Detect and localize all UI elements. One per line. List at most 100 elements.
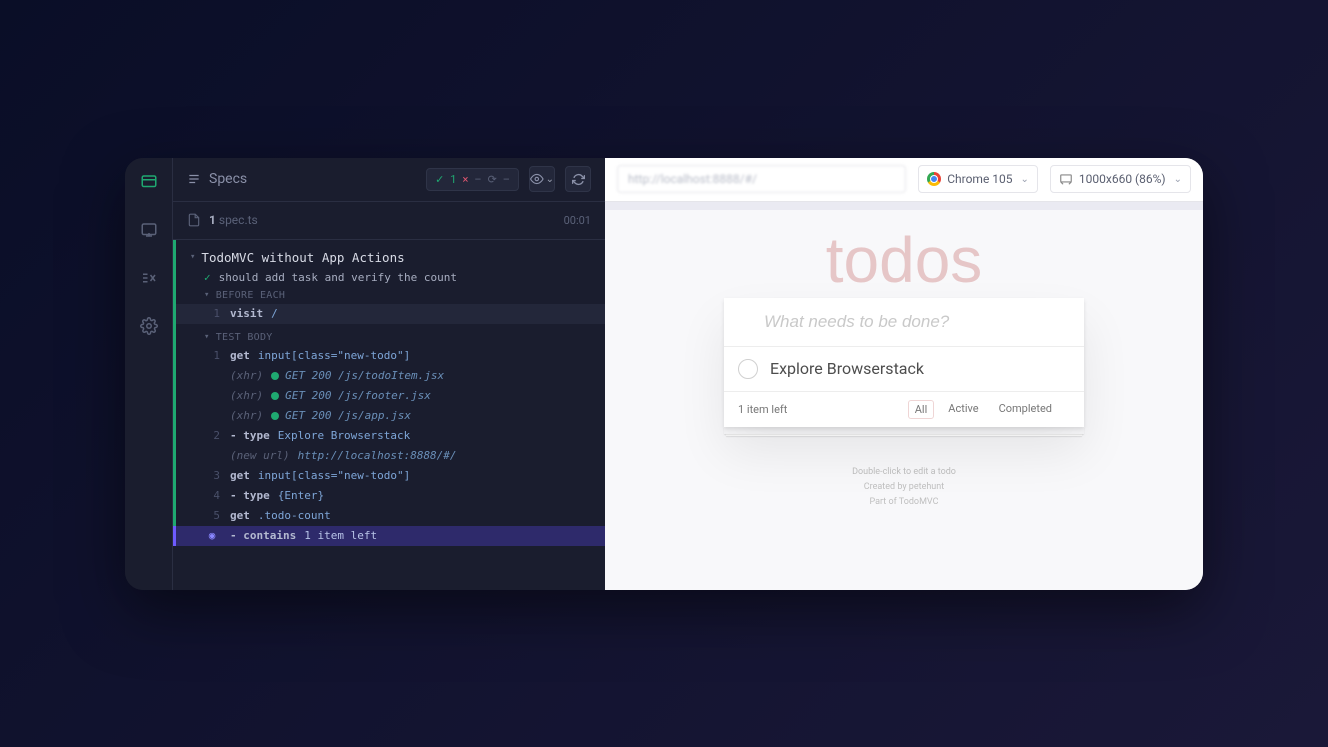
status-dot-icon	[271, 392, 279, 400]
caret-down-icon: ▾	[204, 290, 210, 300]
caret-down-icon: ▾	[204, 332, 210, 342]
test-stats-pill: ✓ 1 × – ⟳ –	[426, 168, 519, 191]
browser-selector[interactable]: Chrome 105 ⌄	[918, 165, 1038, 193]
xhr-label: (xhr)	[230, 389, 263, 402]
command-row[interactable]: 5 get .todo-count	[173, 506, 605, 526]
reporter-header: Specs ✓ 1 × – ⟳ – ⌄	[173, 158, 605, 202]
xhr-row[interactable]: (xhr) GET 200 /js/footer.jsx	[173, 386, 605, 406]
xhr-label: (xhr)	[230, 369, 263, 382]
filter-all[interactable]: All	[908, 400, 935, 419]
test-name: should add task and verify the count	[219, 271, 457, 284]
viewport-selector[interactable]: 1000x660 (86%) ⌄	[1050, 165, 1191, 193]
todo-item[interactable]: Explore Browserstack	[724, 347, 1084, 392]
xhr-row[interactable]: (xhr) GET 200 /js/app.jsx	[173, 406, 605, 426]
spec-file-num: 1	[209, 213, 216, 227]
aut-viewport: todos Explore Browserstack 1 item left A…	[605, 202, 1203, 590]
info-line: Created by petehunt	[852, 480, 956, 495]
specs-title: Specs	[187, 171, 416, 187]
new-url: http://localhost:8888/#/	[298, 449, 457, 462]
todo-footer: 1 item left All Active Completed	[724, 392, 1084, 427]
cmd-name: get	[230, 469, 250, 482]
command-row-pinned[interactable]: ◉ - contains 1 item left	[173, 526, 605, 546]
new-url-row[interactable]: (new url) http://localhost:8888/#/	[173, 446, 605, 466]
url-text: http://localhost:8888/#/	[628, 172, 757, 186]
pass-count: 1	[450, 173, 456, 186]
command-row[interactable]: 3 get input[class="new-todo"]	[173, 466, 605, 486]
url-bar[interactable]: http://localhost:8888/#/	[617, 165, 906, 193]
spec-file-ext: spec.ts	[219, 213, 258, 227]
command-row[interactable]: 4 - type {Enter}	[173, 486, 605, 506]
status-dot-icon	[271, 412, 279, 420]
todos-heading: todos	[826, 228, 983, 292]
chevron-down-icon: ⌄	[1174, 174, 1182, 185]
filter-active[interactable]: Active	[942, 400, 984, 419]
chevron-down-icon: ⌄	[1021, 174, 1029, 185]
sidebar-settings-icon[interactable]	[137, 314, 161, 338]
command-row[interactable]: 1 get input[class="new-todo"]	[173, 346, 605, 366]
cmd-name: - type	[230, 429, 270, 442]
sidebar-runs-icon[interactable]	[137, 218, 161, 242]
cmd-num: 3	[204, 469, 220, 482]
command-log: ▾ TodoMVC without App Actions ✓ should a…	[173, 240, 605, 590]
info-line: Part of TodoMVC	[852, 495, 956, 510]
cmd-arg: 1 item left	[304, 529, 377, 542]
xhr-row[interactable]: (xhr) GET 200 /js/todoItem.jsx	[173, 366, 605, 386]
caret-down-icon: ▾	[190, 252, 195, 262]
browser-label: Chrome 105	[947, 172, 1012, 186]
section-label: BEFORE EACH	[216, 290, 286, 301]
new-todo-input[interactable]	[724, 298, 1084, 347]
sidebar-debug-icon[interactable]	[137, 266, 161, 290]
sidebar-specs-icon[interactable]	[137, 170, 161, 194]
pass-check-icon: ✓	[435, 173, 444, 186]
test-body-section[interactable]: ▾ TEST BODY	[173, 324, 605, 346]
pin-icon: ◉	[204, 529, 220, 542]
test-row[interactable]: ✓ should add task and verify the count	[173, 268, 605, 287]
suite-name: TodoMVC without App Actions	[201, 250, 404, 265]
todo-checkbox[interactable]	[738, 359, 758, 379]
restart-button[interactable]	[565, 166, 591, 192]
cmd-name: get	[230, 349, 250, 362]
todo-count: 1 item left	[738, 403, 787, 416]
cmd-arg: .todo-count	[258, 509, 331, 522]
chrome-icon	[927, 172, 941, 186]
cmd-num: 4	[204, 489, 220, 502]
cmd-name: visit	[230, 307, 263, 320]
cmd-name: - contains	[230, 529, 296, 542]
aut-panel: http://localhost:8888/#/ Chrome 105 ⌄ 10…	[605, 158, 1203, 590]
suite-row[interactable]: ▾ TodoMVC without App Actions	[173, 240, 605, 268]
cmd-arg: input[class="new-todo"]	[258, 349, 410, 362]
check-icon: ✓	[204, 271, 211, 284]
specs-title-text: Specs	[209, 171, 247, 187]
command-row[interactable]: 1 visit /	[173, 304, 605, 324]
xhr-label: (xhr)	[230, 409, 263, 422]
cmd-arg: Explore Browserstack	[278, 429, 410, 442]
cmd-num: 1	[204, 349, 220, 362]
cmd-name: - type	[230, 489, 270, 502]
todo-filters: All Active Completed	[908, 400, 1058, 419]
cmd-num: 5	[204, 509, 220, 522]
cmd-arg: input[class="new-todo"]	[258, 469, 410, 482]
cypress-window: Specs ✓ 1 × – ⟳ – ⌄ 1 spec.ts 00:01	[125, 158, 1203, 590]
cmd-arg: /	[271, 307, 278, 320]
todo-item-text: Explore Browserstack	[770, 359, 924, 378]
cmd-name: get	[230, 509, 250, 522]
sidebar	[125, 158, 173, 590]
fail-icon: ×	[462, 173, 468, 186]
command-row[interactable]: 2 - type Explore Browserstack	[173, 426, 605, 446]
status-dot-icon	[271, 372, 279, 380]
eye-toggle-button[interactable]: ⌄	[529, 166, 555, 192]
newurl-label: (new url)	[230, 449, 290, 462]
cmd-num: 1	[204, 307, 220, 320]
reporter-panel: Specs ✓ 1 × – ⟳ – ⌄ 1 spec.ts 00:01	[173, 158, 605, 590]
filter-completed[interactable]: Completed	[993, 400, 1058, 419]
info-line: Double-click to edit a todo	[852, 465, 956, 480]
section-label: TEST BODY	[216, 332, 273, 343]
loading-icon: ⟳	[488, 173, 497, 186]
cmd-num: 2	[204, 429, 220, 442]
before-each-section[interactable]: ▾ BEFORE EACH	[173, 287, 605, 304]
spec-duration: 00:01	[564, 214, 591, 227]
spec-file-row[interactable]: 1 spec.ts 00:01	[173, 202, 605, 240]
aut-header: http://localhost:8888/#/ Chrome 105 ⌄ 10…	[605, 158, 1203, 202]
cmd-arg: {Enter}	[278, 489, 324, 502]
todo-info: Double-click to edit a todo Created by p…	[852, 465, 956, 511]
